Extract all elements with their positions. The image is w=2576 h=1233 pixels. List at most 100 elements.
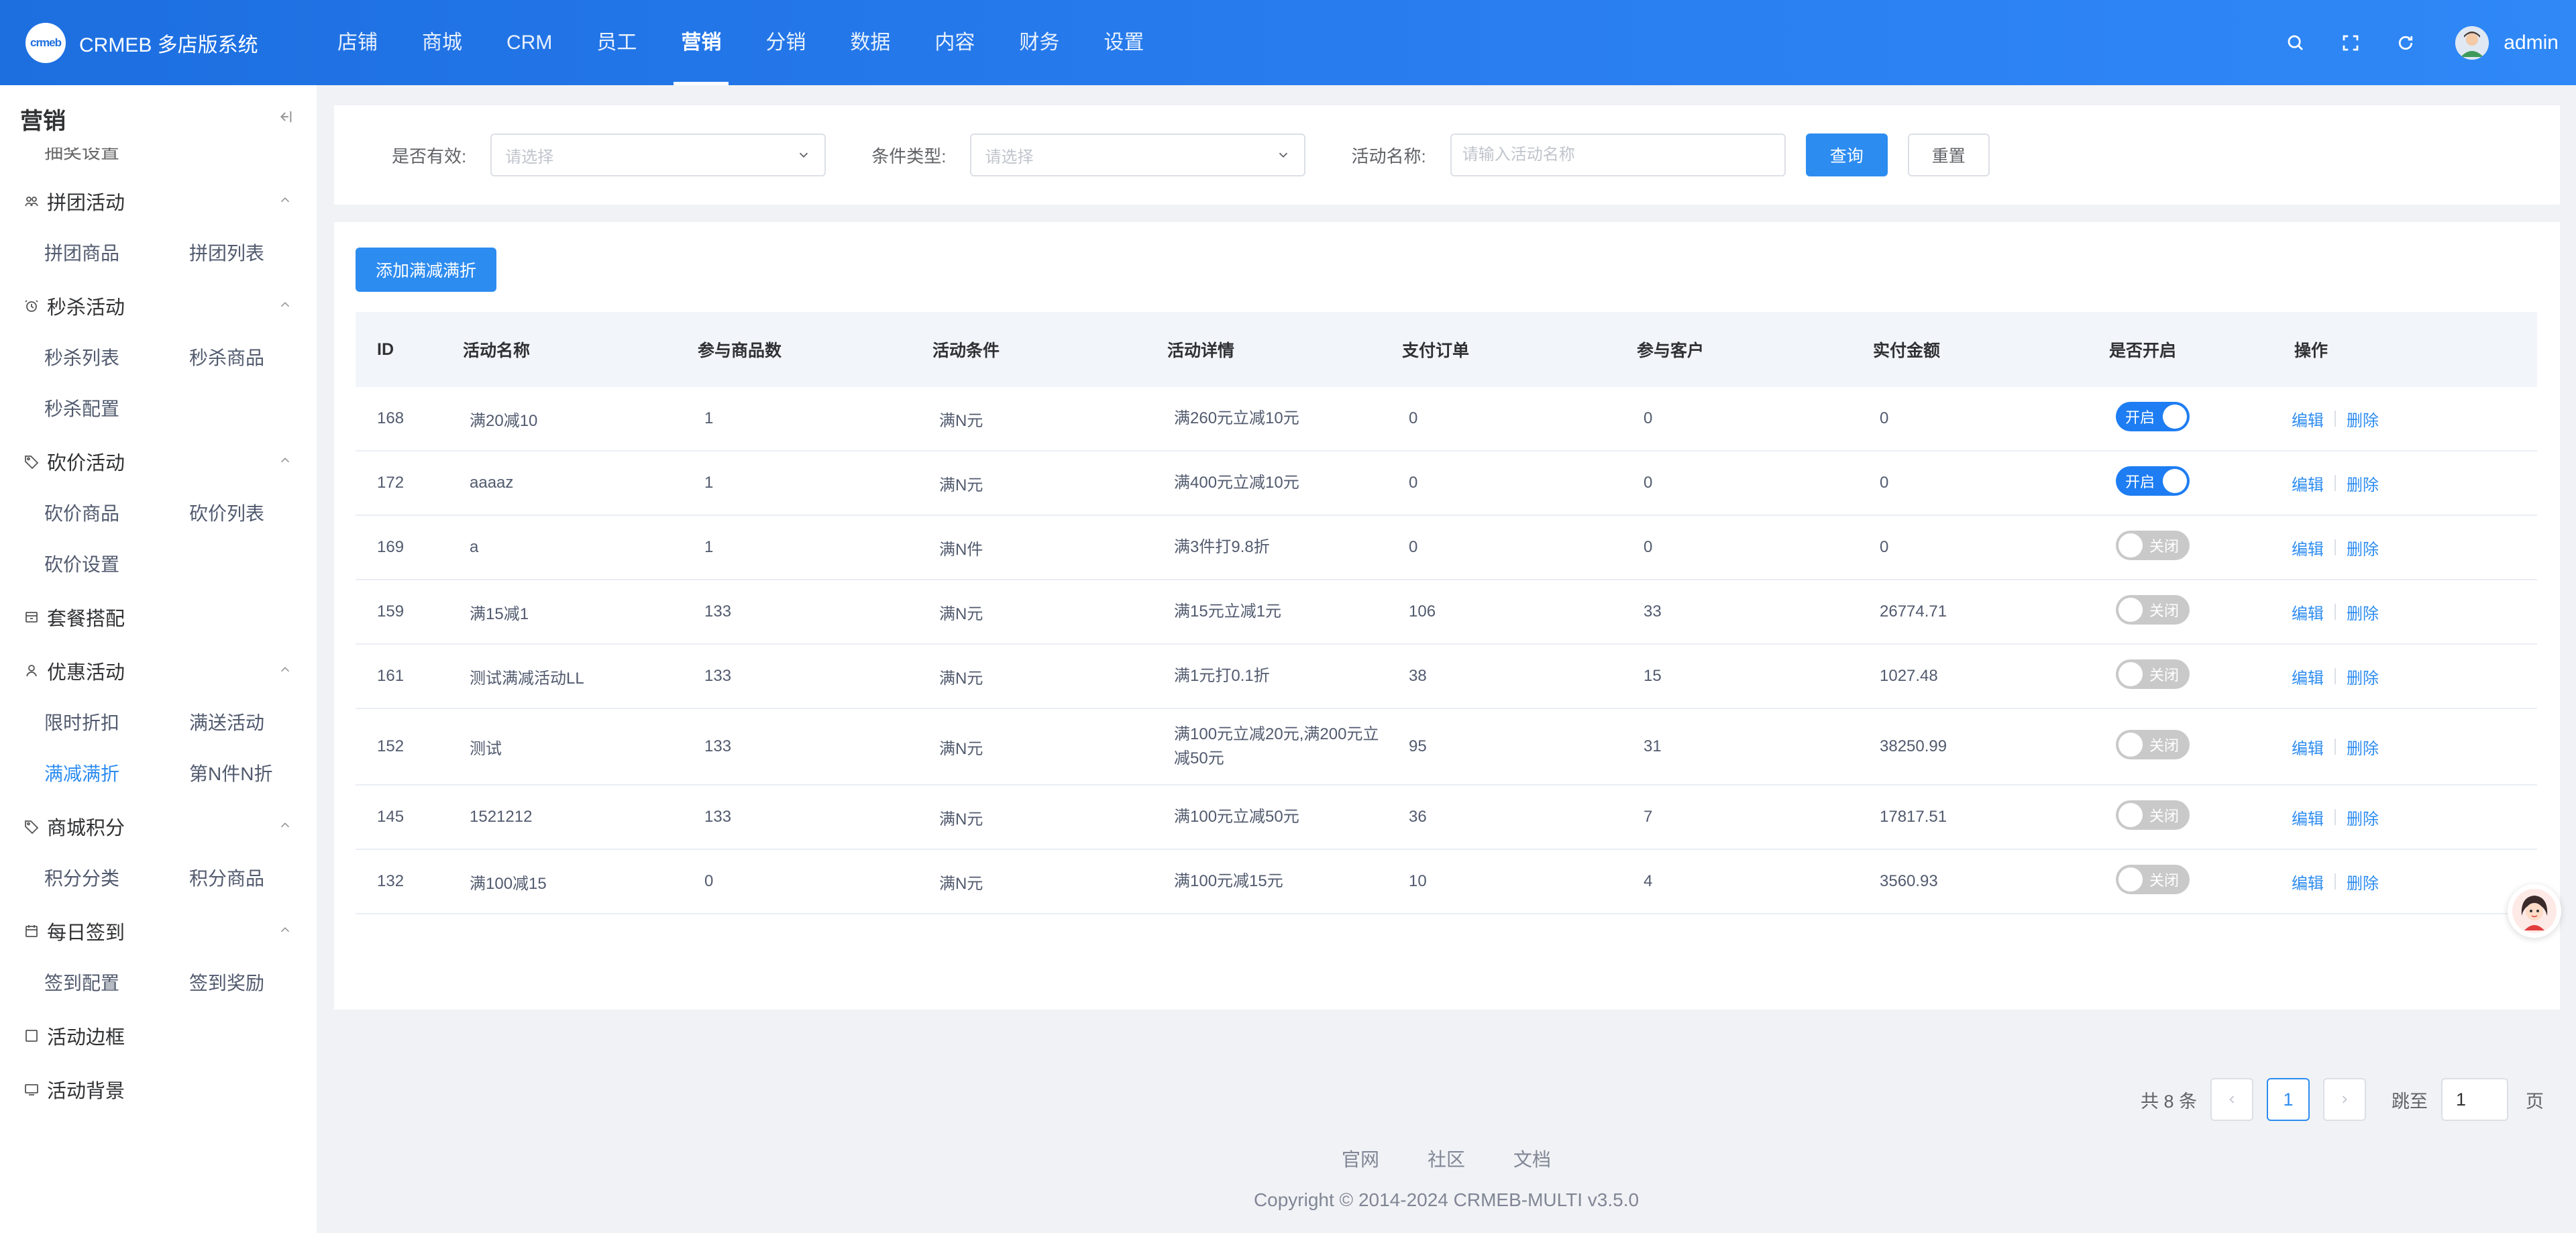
nav-item-3[interactable]: 员工 [574,0,659,85]
prev-page-button[interactable] [2210,1078,2253,1121]
chevron-up-icon [278,920,292,943]
sidebar-item[interactable]: 满减满折 [44,749,189,800]
sidebar-item[interactable]: 积分分类 [44,853,189,904]
delete-link[interactable]: 删除 [2347,407,2379,431]
edit-link[interactable]: 编辑 [2292,806,2324,829]
cell-orders: 0 [1409,409,1418,427]
nav-item-6[interactable]: 数据 [828,0,912,85]
sidebar-group-0[interactable]: 拼团活动 [0,174,317,228]
enable-toggle[interactable]: 关闭 [2116,800,2190,830]
footer-link[interactable]: 官网 [1342,1145,1379,1172]
sidebar-item[interactable]: 砍价设置 [44,539,189,590]
table-row: 172 aaaaz 1 满N元 满400元立减10元 0 0 0 开启 编辑 删除 [356,451,2537,516]
toggle-knob [2118,732,2143,757]
edit-link[interactable]: 编辑 [2292,407,2324,431]
footer-link[interactable]: 社区 [1428,1145,1465,1172]
nav-item-4[interactable]: 营销 [659,0,743,85]
sidebar-group-1[interactable]: 秒杀活动 [0,279,317,333]
delete-link[interactable]: 删除 [2347,472,2379,495]
nav-item-7[interactable]: 内容 [912,0,997,85]
fullscreen-icon[interactable] [2337,30,2364,56]
delete-link[interactable]: 删除 [2347,600,2379,624]
nav-item-8[interactable]: 财务 [997,0,1081,85]
top-nav: 店铺 商城 CRM 员工 营销 分销 数据 内容 财务 设置 [315,0,1166,85]
search-icon[interactable] [2282,30,2309,56]
enable-toggle[interactable]: 关闭 [2116,594,2190,625]
edit-link[interactable]: 编辑 [2292,472,2324,495]
type-select[interactable]: 请选择 [970,133,1306,176]
delete-link[interactable]: 删除 [2347,735,2379,759]
cell-customers: 4 [1644,872,1653,890]
sidebar-item[interactable]: 秒杀配置 [44,384,189,435]
nav-item-9[interactable]: 设置 [1081,0,1166,85]
cell-detail: 满1元打0.1折 [1174,667,1270,685]
name-filter-label: 活动名称: [1351,146,1426,166]
page-number[interactable]: 1 [2267,1078,2310,1121]
chevron-left-icon [2229,1095,2235,1104]
sidebar-item[interactable]: 秒杀商品 [189,333,317,384]
activity-table: ID 活动名称 参与商品数 活动条件 活动详情 支付订单 参与客户 实付金额 是否开启 操作 16… [356,312,2537,914]
filter-panel: 是否有效: 请选择 条件类型: 请选择 活动名称: 查询 重置 [334,105,2560,205]
search-button[interactable]: 查询 [1805,133,1888,176]
reset-button[interactable]: 重置 [1907,133,1990,176]
activity-name-input[interactable] [1450,133,1786,176]
username[interactable]: admin [2504,32,2559,54]
nav-item-5[interactable]: 分销 [743,0,828,85]
edit-link[interactable]: 编辑 [2292,536,2324,559]
sidebar-item[interactable]: 拼团商品 [44,228,189,279]
next-page-button[interactable] [2323,1078,2366,1121]
jump-page-input[interactable] [2441,1078,2508,1121]
valid-select[interactable]: 请选择 [490,133,826,176]
enable-toggle[interactable]: 关闭 [2116,729,2190,759]
sidebar-group-2[interactable]: 砍价活动 [0,435,317,488]
delete-link[interactable]: 删除 [2347,536,2379,559]
enable-toggle[interactable]: 关闭 [2116,659,2190,689]
sidebar-group-5[interactable]: 商城积分 [0,800,317,853]
delete-link[interactable]: 删除 [2347,870,2379,894]
enable-toggle[interactable]: 关闭 [2116,864,2190,894]
sidebar-item-lottery-settings[interactable]: 抽奖设置 [0,148,317,174]
delete-link[interactable]: 删除 [2347,806,2379,829]
sidebar-item[interactable]: 限时折扣 [44,698,189,749]
column-header: 活动名称 [463,341,531,360]
delete-link[interactable]: 删除 [2347,665,2379,688]
enable-toggle[interactable]: 开启 [2116,466,2190,496]
sidebar-group-8[interactable]: 活动背景 [0,1063,317,1116]
collapse-sidebar-icon[interactable] [275,106,294,132]
sidebar-title: 营销 [20,108,66,134]
table-row: 161 测试满减活动LL 133 满N元 满1元打0.1折 38 15 1027.48 关闭 编辑… [356,645,2537,709]
sidebar-item[interactable]: 秒杀列表 [44,333,189,384]
edit-link[interactable]: 编辑 [2292,600,2324,624]
logo[interactable]: crmeb CRMEB 多店版系统 [0,22,315,63]
add-full-reduction-button[interactable]: 添加满减满折 [356,248,497,292]
edit-link[interactable]: 编辑 [2292,735,2324,759]
edit-link[interactable]: 编辑 [2292,665,2324,688]
toggle-label: 关闭 [2149,737,2179,754]
footer-link[interactable]: 文档 [1513,1145,1551,1172]
nav-item-1[interactable]: 商城 [400,0,484,85]
avatar[interactable] [2455,25,2489,60]
sidebar-item[interactable]: 满送活动 [189,698,317,749]
sidebar-item[interactable]: 砍价列表 [189,488,317,539]
enable-toggle[interactable]: 关闭 [2116,530,2190,560]
sidebar-item[interactable]: 签到奖励 [189,958,317,1009]
toggle-label: 开启 [2125,473,2155,490]
edit-link[interactable]: 编辑 [2292,870,2324,894]
sidebar-item[interactable]: 第N件N折 [189,749,317,800]
sidebar-item[interactable]: 砍价商品 [44,488,189,539]
sidebar-group-7[interactable]: 活动边框 [0,1009,317,1063]
sidebar-submenu: 积分分类 积分商品 [0,853,317,904]
cell-orders: 36 [1409,808,1427,826]
sidebar-group-4[interactable]: 优惠活动 [0,644,317,698]
sidebar-item[interactable]: 拼团列表 [189,228,317,279]
total-count: 共 8 条 [2140,1091,2197,1112]
nav-item-2[interactable]: CRM [484,0,574,85]
refresh-icon[interactable] [2392,30,2419,56]
sidebar-group-3[interactable]: 套餐搭配 [0,590,317,644]
sidebar-item[interactable]: 积分商品 [189,853,317,904]
sidebar-group-6[interactable]: 每日签到 [0,904,317,958]
enable-toggle[interactable]: 开启 [2116,401,2190,431]
customer-service-avatar-icon[interactable] [2508,884,2561,938]
sidebar-item[interactable]: 签到配置 [44,958,189,1009]
nav-item-0[interactable]: 店铺 [315,0,400,85]
